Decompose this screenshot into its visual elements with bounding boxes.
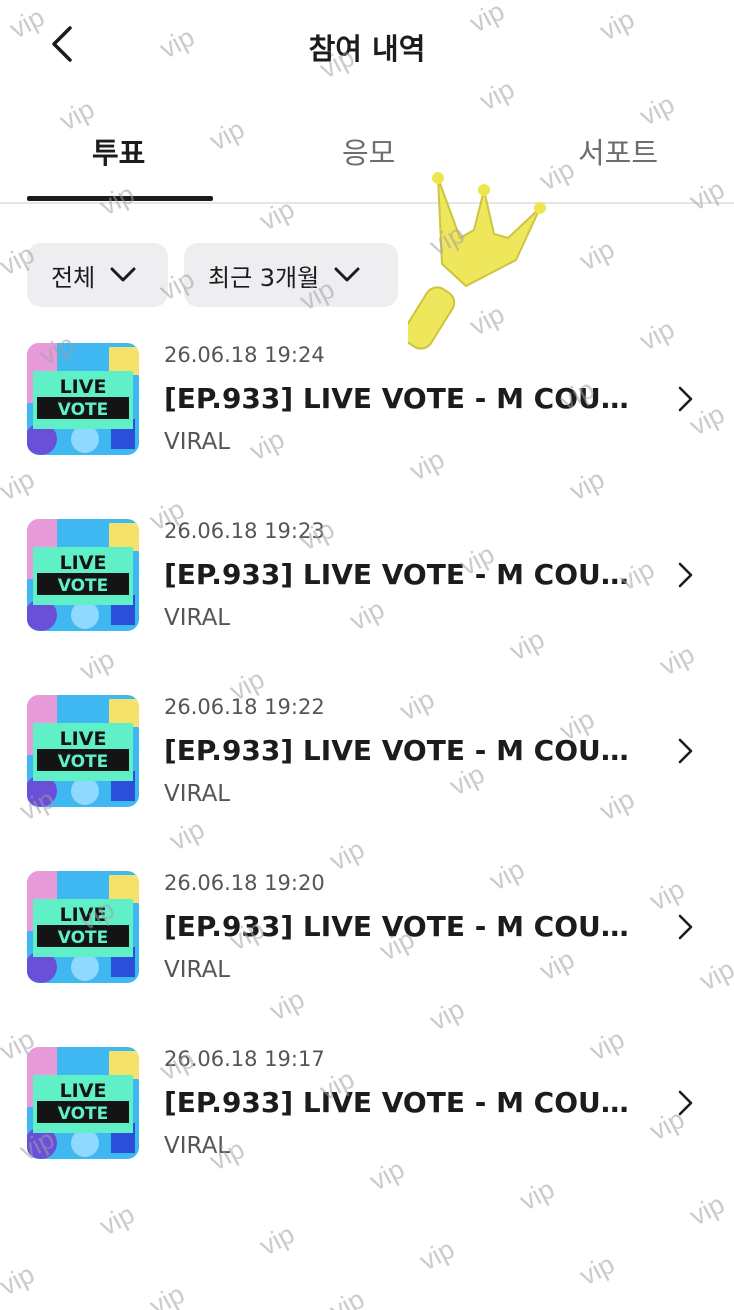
- item-subtitle: VIRAL: [164, 605, 231, 631]
- thumbnail-line1: LIVE: [60, 552, 107, 574]
- type-filter-dropdown[interactable]: 전체: [27, 243, 168, 307]
- watermark-text: vip: [574, 1248, 620, 1292]
- list-item[interactable]: LIVE VOTE 26.06.18 19:24 [EP.933] LIVE V…: [0, 330, 734, 506]
- item-title: [EP.933] LIVE VOTE - M COUNTDOWN: [164, 910, 644, 943]
- chevron-down-icon: [110, 267, 136, 282]
- item-date: 26.06.18 19:22: [164, 695, 325, 719]
- list-item[interactable]: LIVE VOTE 26.06.18 19:20 [EP.933] LIVE V…: [0, 858, 734, 1034]
- watermark-text: vip: [254, 1218, 300, 1262]
- chevron-right-icon: [678, 914, 693, 940]
- watermark-text: vip: [414, 1233, 460, 1277]
- list-item[interactable]: LIVE VOTE 26.06.18 19:22 [EP.933] LIVE V…: [0, 682, 734, 858]
- type-filter-label: 전체: [51, 263, 96, 292]
- active-tab-indicator: [27, 196, 213, 201]
- thumbnail-line2: VOTE: [58, 576, 109, 596]
- event-thumbnail: LIVE VOTE: [27, 695, 139, 807]
- chevron-down-icon: [334, 267, 360, 282]
- thumbnail-line1: LIVE: [60, 1080, 107, 1102]
- chevron-right-icon: [678, 738, 693, 764]
- item-date: 26.06.18 19:24: [164, 343, 325, 367]
- tab-vote[interactable]: 투표: [92, 130, 145, 172]
- period-filter-label: 최근 3개월: [208, 263, 320, 292]
- tab-entry[interactable]: 응모: [342, 130, 395, 172]
- item-title: [EP.933] LIVE VOTE - M COUNTDOWN: [164, 734, 644, 767]
- thumbnail-line2: VOTE: [58, 752, 109, 772]
- thumbnail-line2: VOTE: [58, 1104, 109, 1124]
- list-item[interactable]: LIVE VOTE 26.06.18 19:23 [EP.933] LIVE V…: [0, 506, 734, 682]
- item-title: [EP.933] LIVE VOTE - M COUNTDOWN: [164, 1086, 644, 1119]
- item-subtitle: VIRAL: [164, 1133, 231, 1159]
- item-date: 26.06.18 19:17: [164, 1047, 325, 1071]
- watermark-text: vip: [324, 1283, 370, 1310]
- event-thumbnail: LIVE VOTE: [27, 519, 139, 631]
- watermark-text: vip: [0, 1258, 40, 1302]
- event-thumbnail: LIVE VOTE: [27, 871, 139, 983]
- item-title: [EP.933] LIVE VOTE - M COUNTDOWN: [164, 382, 644, 415]
- chevron-right-icon: [678, 386, 693, 412]
- thumbnail-line2: VOTE: [58, 400, 109, 420]
- thumbnail-line1: LIVE: [60, 728, 107, 750]
- chevron-right-icon: [678, 562, 693, 588]
- header: 참여 내역: [0, 0, 734, 92]
- watermark-text: vip: [424, 218, 470, 262]
- item-title: [EP.933] LIVE VOTE - M COUNTDOWN: [164, 558, 644, 591]
- watermark-text: vip: [574, 233, 620, 277]
- thumbnail-line1: LIVE: [60, 376, 107, 398]
- list-item[interactable]: LIVE VOTE 26.06.18 19:17 [EP.933] LIVE V…: [0, 1034, 734, 1210]
- thumbnail-line1: LIVE: [60, 904, 107, 926]
- thumbnail-line2: VOTE: [58, 928, 109, 948]
- event-thumbnail: LIVE VOTE: [27, 343, 139, 455]
- item-subtitle: VIRAL: [164, 957, 231, 983]
- period-filter-dropdown[interactable]: 최근 3개월: [184, 243, 398, 307]
- event-thumbnail: LIVE VOTE: [27, 1047, 139, 1159]
- item-subtitle: VIRAL: [164, 781, 231, 807]
- tab-bar: 투표 응모 서포트: [0, 112, 734, 204]
- tab-support[interactable]: 서포트: [578, 130, 658, 172]
- watermark-text: vip: [144, 1278, 190, 1310]
- item-subtitle: VIRAL: [164, 429, 231, 455]
- participation-list: LIVE VOTE 26.06.18 19:24 [EP.933] LIVE V…: [0, 330, 734, 1210]
- chevron-right-icon: [678, 1090, 693, 1116]
- page-title: 참여 내역: [308, 32, 426, 66]
- item-date: 26.06.18 19:23: [164, 519, 325, 543]
- item-date: 26.06.18 19:20: [164, 871, 325, 895]
